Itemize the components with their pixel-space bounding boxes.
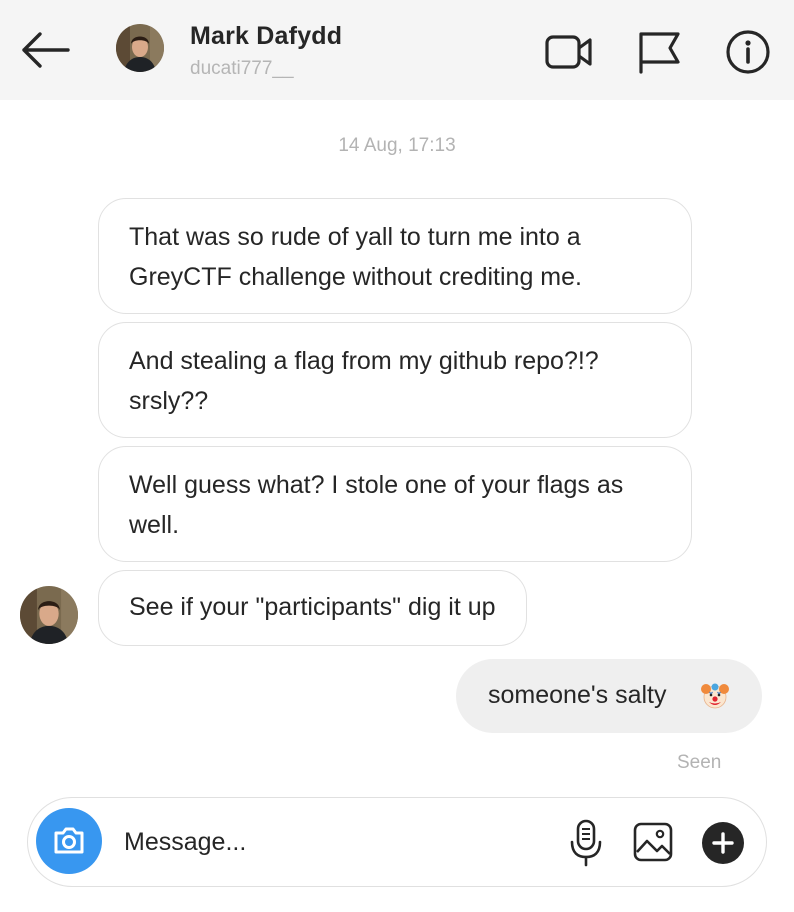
video-call-icon xyxy=(545,35,592,69)
received-message[interactable]: See if your "participants" dig it up xyxy=(98,570,527,646)
back-button[interactable] xyxy=(18,26,72,74)
microphone-icon xyxy=(570,819,602,867)
contact-name[interactable]: Mark Dafydd xyxy=(190,22,342,51)
received-message[interactable]: And stealing a flag from my github repo?… xyxy=(98,322,692,438)
sent-message-text: someone's salty xyxy=(488,681,667,709)
header-avatar[interactable] xyxy=(116,24,164,72)
camera-icon xyxy=(54,827,84,854)
sent-message[interactable]: someone's salty xyxy=(456,659,762,733)
chat-header: Mark Dafydd ducati777__ xyxy=(0,0,794,100)
gallery-button[interactable] xyxy=(632,820,674,864)
contact-username: ducati777__ xyxy=(190,58,294,79)
received-message[interactable]: That was so rude of yall to turn me into… xyxy=(98,198,692,314)
report-button[interactable] xyxy=(634,28,684,76)
seen-status: Seen xyxy=(677,752,722,773)
voice-message-button[interactable] xyxy=(566,818,606,868)
message-input[interactable] xyxy=(124,822,544,862)
sender-avatar[interactable] xyxy=(20,586,78,644)
plus-icon xyxy=(712,832,734,854)
back-arrow-icon xyxy=(22,32,70,68)
camera-button[interactable] xyxy=(36,808,102,874)
flag-icon xyxy=(639,32,680,74)
video-call-button[interactable] xyxy=(544,28,594,76)
info-button[interactable] xyxy=(722,28,772,76)
info-icon xyxy=(726,30,770,74)
message-composer xyxy=(27,797,767,887)
clown-face-emoji xyxy=(700,681,730,711)
more-options-button[interactable] xyxy=(702,822,744,864)
gallery-icon xyxy=(633,822,673,862)
message-timestamp: 14 Aug, 17:13 xyxy=(338,135,456,156)
received-message[interactable]: Well guess what? I stole one of your fla… xyxy=(98,446,692,562)
